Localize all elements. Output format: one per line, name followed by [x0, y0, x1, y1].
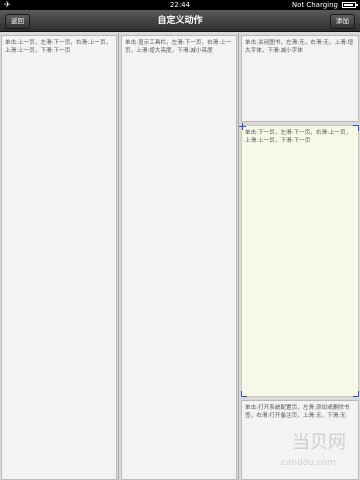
status-bar: ✈ 22:44 Not Charging [0, 0, 360, 10]
action-zone-text: 单击:下一页，左滑:下一页，右滑:上一页，上滑:上一页，下滑:下一页 [245, 130, 352, 144]
action-zone[interactable]: 单击:显示工具栏，左滑:下一页，右滑:上一页，上滑:增大亮度，下滑:减小亮度 [121, 35, 237, 480]
column-right: 单击:关闭图书，左滑:无，右滑:无，上滑:增大字体，下滑:减小字体 单击:下一页… [239, 33, 360, 480]
charging-status: Not Charging [291, 1, 338, 9]
action-zone-text: 单击:上一页，左滑:下一页，右滑:上一页，上滑:上一页，下滑:下一页 [5, 40, 112, 54]
action-zone[interactable]: 单击:关闭图书，左滑:无，右滑:无，上滑:增大字体，下滑:减小字体 [241, 35, 359, 122]
watermark-text: 当贝网 [292, 432, 346, 453]
watermark-logo: 当贝网 candou.com [254, 426, 354, 476]
battery-icon [342, 2, 358, 8]
resize-handle-bottom-right[interactable] [353, 391, 359, 397]
resize-handle-top-right[interactable] [353, 125, 359, 131]
action-zone-text: 单击:显示工具栏，左滑:下一页，右滑:上一页，上滑:增大亮度，下滑:减小亮度 [125, 40, 232, 54]
move-handle-icon[interactable] [239, 123, 246, 130]
column-left: 单击:上一页，左滑:下一页，右滑:上一页，上滑:上一页，下滑:下一页 [0, 33, 119, 480]
action-zone-selected[interactable]: 单击:下一页，左滑:下一页，右滑:上一页，上滑:上一页，下滑:下一页 [239, 123, 359, 397]
column-middle: 单击:显示工具栏，左滑:下一页，右滑:上一页，上滑:增大亮度，下滑:减小亮度 [120, 33, 239, 480]
resize-handle-bottom-left[interactable] [241, 391, 247, 397]
add-button[interactable]: 添加 [330, 14, 355, 29]
navigation-bar: 返回 自定义动作 添加 [0, 10, 360, 32]
watermark-subtext: candou.com [280, 458, 336, 468]
action-zone[interactable]: 单击:上一页，左滑:下一页，右滑:上一页，上滑:上一页，下滑:下一页 [1, 35, 117, 480]
page-title: 自定义动作 [157, 16, 203, 26]
action-zone-text: 单击:打开系统配置页，左滑:添加或删除书签，右滑:打开备注页，上滑:无，下滑:无 [245, 405, 350, 419]
action-zone-text: 单击:关闭图书，左滑:无，右滑:无，上滑:增大字体，下滑:减小字体 [245, 40, 354, 54]
